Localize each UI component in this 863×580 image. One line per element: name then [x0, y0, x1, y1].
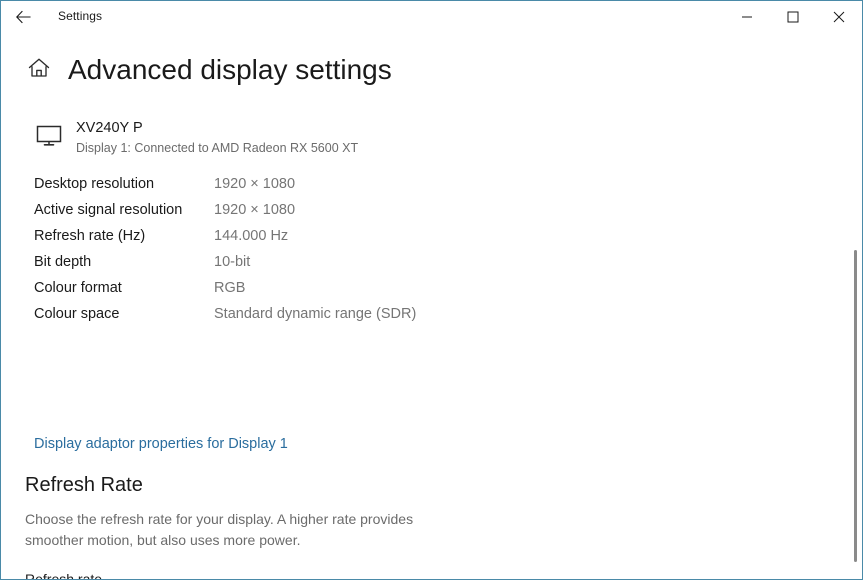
- spec-label: Colour format: [34, 280, 122, 296]
- monitor-connection: Display 1: Connected to AMD Radeon RX 56…: [76, 141, 359, 155]
- refresh-rate-description: Choose the refresh rate for your display…: [25, 511, 414, 548]
- scrollbar[interactable]: [847, 32, 861, 579]
- minimize-button[interactable]: [724, 1, 770, 32]
- monitor-icon: [34, 121, 64, 151]
- home-icon: [27, 56, 51, 85]
- page-title: Advanced display settings: [68, 54, 392, 85]
- app-title: Settings: [58, 9, 103, 23]
- content-area: XV240Y P Display 1: Connected to AMD Rad…: [1, 111, 846, 580]
- table-row: Refresh rate (Hz) 144.000 Hz: [34, 223, 416, 249]
- spec-value: RGB: [214, 280, 246, 296]
- title-bar: Settings: [1, 1, 862, 32]
- refresh-rate-field-label: Refresh rate: [25, 571, 103, 580]
- close-icon: [833, 11, 845, 23]
- spec-label: Colour space: [34, 306, 120, 322]
- spec-value: 10-bit: [214, 254, 251, 270]
- back-button[interactable]: [1, 1, 45, 32]
- spec-value: 1920 × 1080: [214, 202, 296, 218]
- table-row: Bit depth 10-bit: [34, 249, 416, 275]
- settings-window: Settings Advanced display settings XV240…: [0, 0, 863, 580]
- monitor-name: XV240Y P: [76, 120, 143, 136]
- display-summary-text: XV240Y P Display 1: Connected to AMD Rad…: [76, 119, 358, 157]
- table-row: Active signal resolution 1920 × 1080: [34, 197, 416, 223]
- display-summary: XV240Y P Display 1: Connected to AMD Rad…: [34, 119, 358, 157]
- spec-value: 1920 × 1080: [214, 176, 296, 192]
- display-spec-table: Desktop resolution 1920 × 1080 Active si…: [34, 171, 416, 327]
- home-button[interactable]: [23, 54, 55, 86]
- spec-value: 144.000 Hz: [214, 228, 289, 244]
- display-adaptor-properties-link[interactable]: Display adaptor properties for Display 1: [34, 436, 288, 452]
- table-row: Colour space Standard dynamic range (SDR…: [34, 301, 416, 327]
- close-button[interactable]: [816, 1, 862, 32]
- spec-label: Refresh rate (Hz): [34, 228, 146, 244]
- spec-value: Standard dynamic range (SDR): [214, 306, 417, 322]
- refresh-rate-section-title: Refresh Rate: [25, 474, 143, 496]
- page-header: Advanced display settings: [1, 53, 392, 87]
- maximize-icon: [787, 11, 799, 23]
- table-row: Colour format RGB: [34, 275, 416, 301]
- minimize-icon: [741, 11, 753, 23]
- back-arrow-icon: [14, 8, 32, 26]
- spec-label: Active signal resolution: [34, 202, 183, 218]
- scrollbar-thumb[interactable]: [854, 250, 857, 562]
- spec-label: Desktop resolution: [34, 176, 155, 192]
- table-row: Desktop resolution 1920 × 1080: [34, 171, 416, 197]
- maximize-button[interactable]: [770, 1, 816, 32]
- window-caption-buttons: [724, 1, 862, 32]
- spec-label: Bit depth: [34, 254, 92, 270]
